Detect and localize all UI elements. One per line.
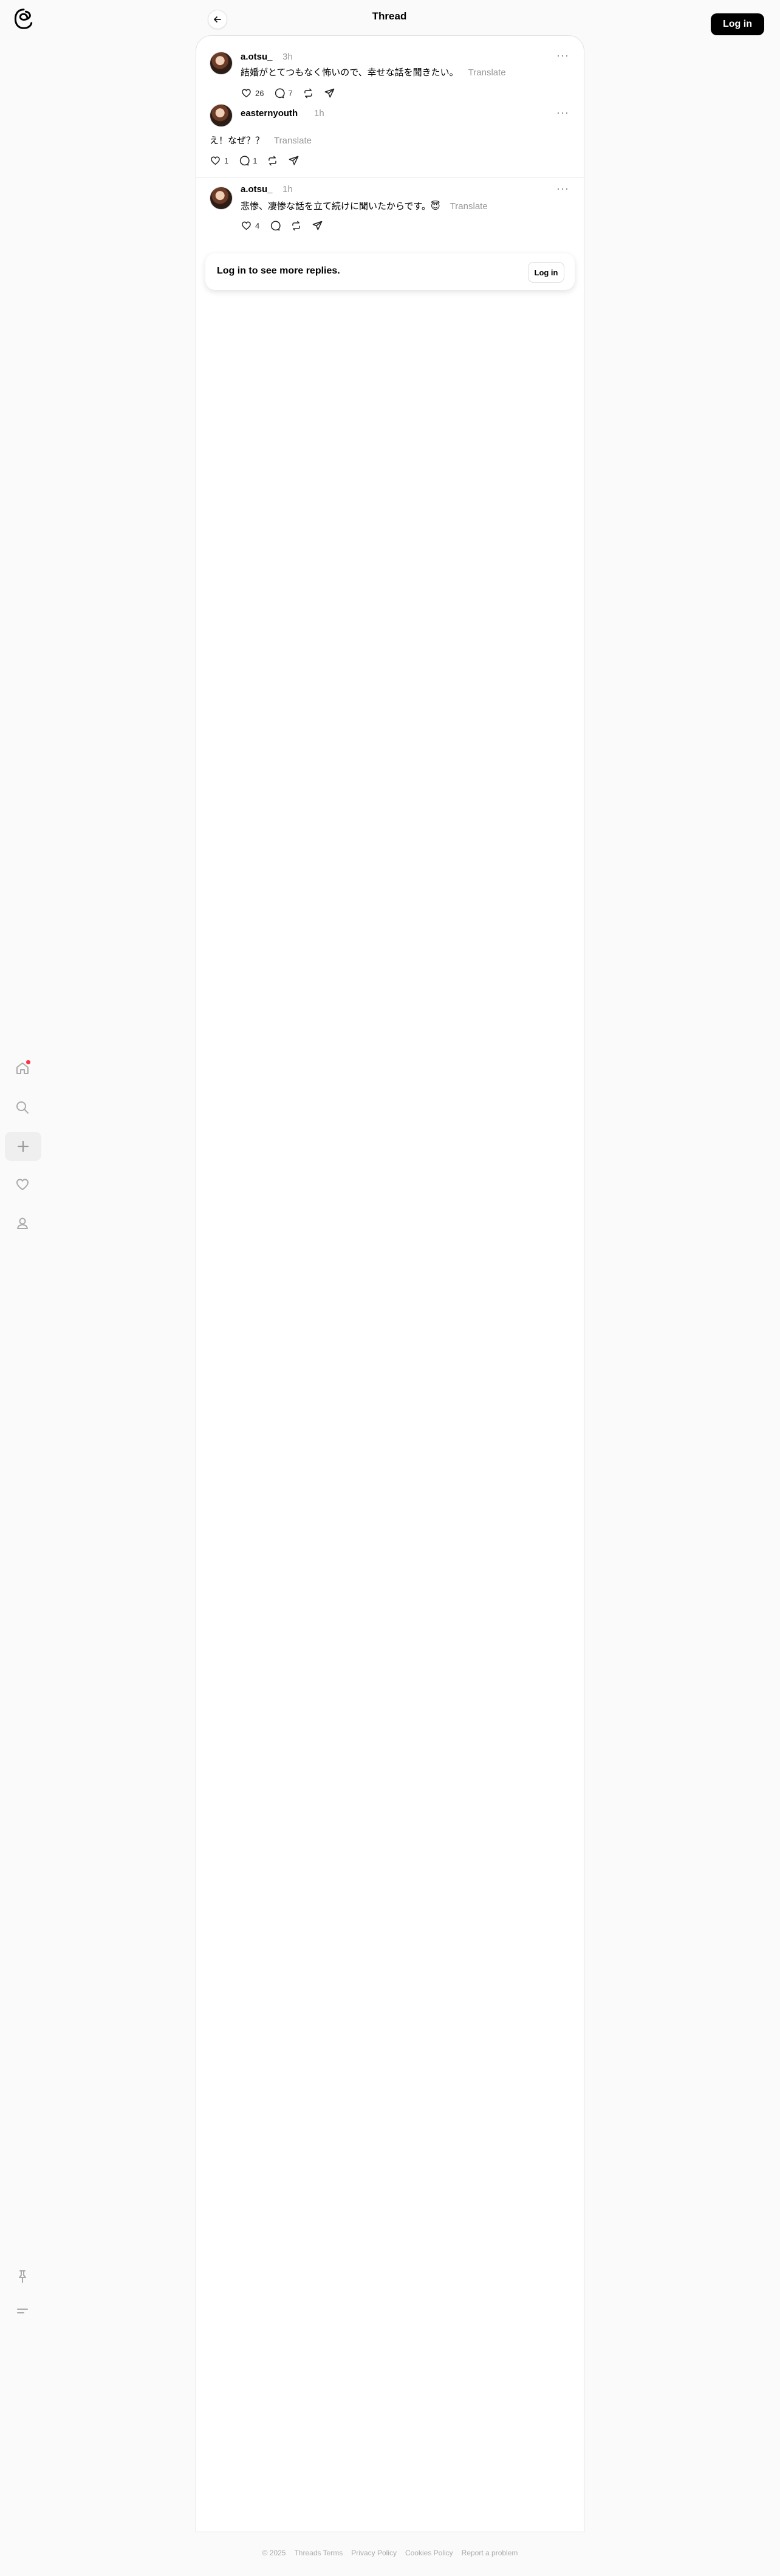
post-actions: 1 1	[210, 155, 299, 167]
comment-icon	[271, 221, 281, 231]
plus-icon	[17, 1140, 29, 1152]
back-button[interactable]	[208, 10, 227, 29]
profile-icon	[17, 1217, 28, 1229]
post-body: 悲惨、凄惨な話を立て続けに聞いたからです。😇	[241, 201, 440, 212]
repost-icon	[304, 88, 312, 98]
post-time: 1h	[314, 108, 324, 119]
post-time: 3h	[282, 52, 293, 62]
heart-icon	[211, 156, 220, 165]
repost-icon	[292, 221, 301, 231]
footer-link-cookies[interactable]: Cookies Policy	[405, 2549, 453, 2557]
like-button[interactable]: 4	[241, 220, 259, 232]
translate-link[interactable]: Translate	[468, 67, 506, 78]
more-options-icon[interactable]: ···	[556, 49, 569, 62]
share-button[interactable]	[324, 88, 335, 99]
post-text: 結婚がとてつもなく怖いので、幸せな話を聞きたい。 Translate	[241, 66, 506, 78]
footer-link-terms[interactable]: Threads Terms	[294, 2549, 343, 2557]
repost-button[interactable]	[303, 88, 314, 99]
pin-icon	[19, 2270, 26, 2283]
page-title: Thread	[372, 10, 407, 22]
footer-link-privacy[interactable]: Privacy Policy	[351, 2549, 397, 2557]
post-text: え！なぜ？？ Translate	[210, 134, 312, 146]
post-actions: 4	[241, 220, 323, 232]
comment-icon	[240, 156, 250, 166]
translate-link[interactable]: Translate	[274, 136, 312, 146]
like-count: 1	[224, 156, 229, 165]
reply-button[interactable]	[269, 220, 281, 232]
more-options-icon[interactable]: ···	[556, 106, 569, 119]
login-card-button[interactable]: Log in	[528, 262, 564, 283]
like-button[interactable]: 1	[210, 155, 228, 167]
heart-icon	[242, 221, 251, 230]
nav-menu[interactable]	[11, 2299, 34, 2323]
send-icon	[289, 156, 299, 165]
nav-search[interactable]	[11, 1096, 34, 1119]
reply-button[interactable]: 1	[238, 155, 257, 167]
avatar[interactable]	[210, 104, 233, 127]
send-icon	[312, 221, 323, 230]
repost-button[interactable]	[267, 155, 278, 167]
thread-panel: a.otsu_ 3h ··· 結婚がとてつもなく怖いので、幸せな話を聞きたい。 T…	[196, 35, 584, 2532]
login-button[interactable]: Log in	[711, 13, 764, 35]
repost-button[interactable]	[290, 220, 302, 232]
reply-button[interactable]: 7	[273, 88, 293, 99]
avatar[interactable]	[210, 187, 233, 210]
post-actions: 26 7	[241, 88, 335, 99]
post-text: 悲惨、凄惨な話を立て続けに聞いたからです。😇 Translate	[241, 199, 488, 212]
share-button[interactable]	[312, 220, 323, 232]
threads-logo-icon[interactable]	[13, 7, 34, 30]
reply-count: 7	[288, 89, 293, 98]
search-icon	[16, 1101, 29, 1114]
like-count: 26	[255, 89, 264, 98]
like-button[interactable]: 26	[241, 88, 264, 99]
reply-count: 1	[253, 156, 258, 165]
login-prompt-card: Log in to see more replies. Log in	[205, 253, 575, 290]
comment-icon	[275, 88, 286, 98]
post-time: 1h	[282, 184, 293, 195]
arrow-left-icon	[214, 16, 221, 22]
heart-icon	[242, 89, 251, 98]
footer: © 2025 Threads Terms Privacy Policy Cook…	[0, 2549, 780, 2557]
heart-icon	[16, 1179, 29, 1190]
post-body: え！なぜ？？	[210, 136, 265, 146]
share-button[interactable]	[288, 155, 299, 167]
send-icon	[324, 88, 335, 98]
nav-activity[interactable]	[11, 1173, 34, 1196]
post-username[interactable]: a.otsu_	[241, 52, 273, 62]
notification-dot	[26, 1060, 30, 1064]
post-username[interactable]: easternyouth	[241, 108, 298, 119]
footer-link-report[interactable]: Report a problem	[462, 2549, 518, 2557]
footer-copyright: © 2025	[262, 2549, 286, 2557]
nav-profile[interactable]	[11, 1212, 34, 1235]
more-options-icon[interactable]: ···	[556, 182, 569, 195]
repost-icon	[269, 156, 277, 166]
nav-create[interactable]	[5, 1132, 41, 1161]
nav-pin[interactable]	[11, 2265, 34, 2288]
nav-home[interactable]	[11, 1057, 34, 1080]
post-body: 結婚がとてつもなく怖いので、幸せな話を聞きたい。	[241, 67, 459, 78]
like-count: 4	[255, 221, 260, 230]
avatar[interactable]	[210, 52, 233, 75]
translate-link[interactable]: Translate	[450, 201, 488, 212]
post-username[interactable]: a.otsu_	[241, 184, 273, 195]
menu-icon	[17, 2309, 28, 2313]
login-prompt-text: Log in to see more replies.	[217, 266, 340, 276]
